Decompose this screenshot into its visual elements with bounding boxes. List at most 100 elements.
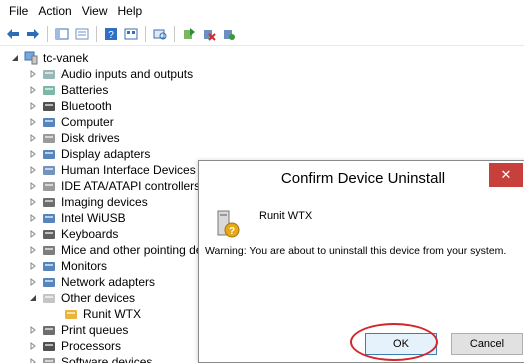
tree-item-label: Intel WiUSB <box>61 211 126 225</box>
collapsed-triangle-icon[interactable] <box>28 101 38 111</box>
properties-list-icon[interactable] <box>73 25 91 43</box>
close-button[interactable]: ✕ <box>489 163 523 187</box>
tree-item-label: Imaging devices <box>61 195 148 209</box>
usb-icon <box>42 211 56 225</box>
menu-help[interactable]: Help <box>113 0 148 22</box>
tree-item-ide-ata-atapi-controllers[interactable]: IDE ATA/ATAPI controllers <box>28 178 200 194</box>
view-grid-icon[interactable] <box>122 25 140 43</box>
tree-item-label: Processors <box>61 339 122 353</box>
tree-item-bluetooth[interactable]: Bluetooth <box>28 98 112 114</box>
tree-item-disk-drives[interactable]: Disk drives <box>28 130 120 146</box>
tree-item-software-devices[interactable]: Software devices <box>28 354 152 363</box>
imaging-device-icon <box>42 195 56 209</box>
unknown-device-icon <box>64 307 78 321</box>
toolbar-separator <box>174 25 175 42</box>
toolbar: ? <box>0 22 524 46</box>
tree-item-label: Human Interface Devices <box>61 163 196 177</box>
svg-text:?: ? <box>108 30 114 41</box>
expanded-triangle-icon[interactable] <box>28 293 38 303</box>
computer-icon <box>24 51 38 65</box>
tree-item-label: Audio inputs and outputs <box>61 67 194 81</box>
menu-action[interactable]: Action <box>33 0 76 22</box>
back-arrow-icon[interactable] <box>4 25 22 43</box>
collapsed-triangle-icon[interactable] <box>28 181 38 191</box>
network-adapter-icon <box>42 275 56 289</box>
warning-text: Warning: You are about to uninstall this… <box>205 245 507 257</box>
expanded-triangle-icon[interactable] <box>10 53 20 63</box>
tree-item-label: Software devices <box>61 355 153 363</box>
cancel-button[interactable]: Cancel <box>451 333 523 355</box>
mouse-icon <box>42 243 56 257</box>
collapsed-triangle-icon[interactable] <box>28 341 38 351</box>
tree-item-display-adapters[interactable]: Display adapters <box>28 146 150 162</box>
svg-text:?: ? <box>229 226 235 237</box>
tree-item-runit-wtx[interactable]: Runit WTX <box>64 306 141 322</box>
tree-item-network-adapters[interactable]: Network adapters <box>28 274 155 290</box>
tree-item-mice-and-other-pointing-dev[interactable]: Mice and other pointing dev <box>28 242 200 258</box>
collapsed-triangle-icon[interactable] <box>28 229 38 239</box>
tree-item-label: Print queues <box>61 323 129 337</box>
enable-device-icon[interactable] <box>220 25 238 43</box>
tree-item-other-devices[interactable]: Other devices <box>28 290 135 306</box>
tree-item-label: Batteries <box>61 83 109 97</box>
tree-item-imaging-devices[interactable]: Imaging devices <box>28 194 148 210</box>
tree-item-human-interface-devices[interactable]: Human Interface Devices <box>28 162 196 178</box>
confirm-uninstall-dialog: Confirm Device Uninstall ✕ ? Runit WTX W… <box>198 160 524 363</box>
menu-view[interactable]: View <box>77 0 113 22</box>
scan-hardware-icon[interactable] <box>151 25 169 43</box>
tree-root[interactable]: tc-vanek <box>10 50 88 66</box>
device-tree: tc-vanek Audio inputs and outputs Batteri… <box>0 50 200 363</box>
processor-icon <box>42 339 56 353</box>
tree-item-intel-wiusb[interactable]: Intel WiUSB <box>28 210 126 226</box>
toolbar-separator <box>96 25 97 42</box>
tree-item-computer[interactable]: Computer <box>28 114 114 130</box>
other-devices-icon <box>42 291 56 305</box>
tree-item-print-queues[interactable]: Print queues <box>28 322 128 338</box>
collapsed-triangle-icon[interactable] <box>28 277 38 287</box>
update-driver-icon[interactable] <box>180 25 198 43</box>
dialog-title: Confirm Device Uninstall <box>280 170 446 187</box>
collapsed-triangle-icon[interactable] <box>28 117 38 127</box>
toolbar-separator <box>47 25 48 42</box>
collapsed-triangle-icon[interactable] <box>28 85 38 95</box>
collapsed-triangle-icon[interactable] <box>28 325 38 335</box>
show-hide-tree-icon[interactable] <box>53 25 71 43</box>
tree-item-label: Network adapters <box>61 275 156 289</box>
ide-controller-icon <box>42 179 56 193</box>
tree-item-label: IDE ATA/ATAPI controllers <box>61 179 200 193</box>
forward-arrow-icon[interactable] <box>24 25 42 43</box>
tree-item-label: Runit WTX <box>83 307 142 321</box>
tree-item-audio-inputs-and-outputs[interactable]: Audio inputs and outputs <box>28 66 193 82</box>
tree-item-processors[interactable]: Processors <box>28 338 121 354</box>
tree-item-label: Mice and other pointing dev <box>61 243 200 257</box>
collapsed-triangle-icon[interactable] <box>28 165 38 175</box>
display-adapter-icon <box>42 147 56 161</box>
collapsed-triangle-icon[interactable] <box>28 213 38 223</box>
bluetooth-icon <box>42 99 56 113</box>
device-name: Runit WTX <box>259 210 313 222</box>
menu-file[interactable]: File <box>4 0 33 22</box>
tree-root-label: tc-vanek <box>43 51 89 65</box>
disk-drive-icon <box>42 131 56 145</box>
collapsed-triangle-icon[interactable] <box>28 245 38 255</box>
tree-item-monitors[interactable]: Monitors <box>28 258 107 274</box>
unknown-device-icon: ? <box>215 208 241 240</box>
tree-item-label: Computer <box>61 115 114 129</box>
menu-bar: File Action View Help <box>0 0 524 22</box>
tree-item-label: Other devices <box>61 291 136 305</box>
tree-item-batteries[interactable]: Batteries <box>28 82 108 98</box>
collapsed-triangle-icon[interactable] <box>28 197 38 207</box>
collapsed-triangle-icon[interactable] <box>28 133 38 143</box>
uninstall-device-icon[interactable] <box>200 25 218 43</box>
collapsed-triangle-icon[interactable] <box>28 357 38 363</box>
collapsed-triangle-icon[interactable] <box>28 69 38 79</box>
battery-icon <box>42 83 56 97</box>
help-icon[interactable]: ? <box>102 25 120 43</box>
tree-item-label: Monitors <box>61 259 108 273</box>
collapsed-triangle-icon[interactable] <box>28 149 38 159</box>
audio-icon <box>42 67 56 81</box>
keyboard-icon <box>42 227 56 241</box>
collapsed-triangle-icon[interactable] <box>28 261 38 271</box>
tree-item-keyboards[interactable]: Keyboards <box>28 226 118 242</box>
hid-icon <box>42 163 56 177</box>
